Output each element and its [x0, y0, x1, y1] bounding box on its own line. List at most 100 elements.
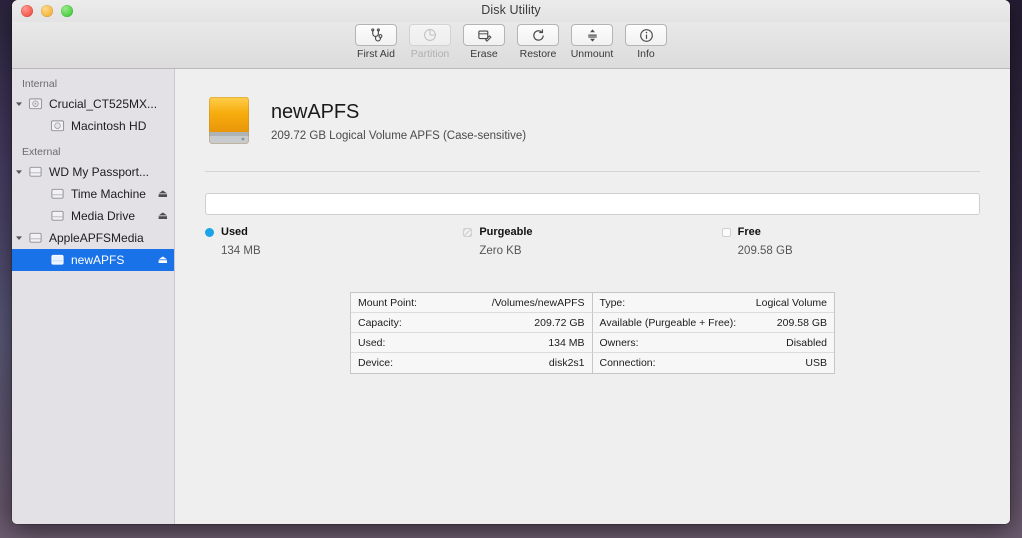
volume-icon — [48, 209, 66, 223]
volume-text: newAPFS 209.72 GB Logical Volume APFS (C… — [271, 101, 526, 142]
disclosure-triangle-icon[interactable] — [12, 100, 26, 108]
info-value: 209.72 GB — [534, 317, 584, 329]
sidebar-section-header-internal: Internal — [12, 75, 174, 93]
legend-value: 134 MB — [221, 245, 463, 257]
info-value: 209.58 GB — [777, 317, 827, 329]
used-swatch-icon — [205, 228, 214, 237]
info-value: Disabled — [786, 337, 827, 349]
info-value: Logical Volume — [756, 297, 827, 309]
sidebar-item-label: newAPFS — [71, 253, 124, 267]
disclosure-triangle-icon[interactable] — [12, 168, 26, 176]
info-value: disk2s1 — [549, 357, 585, 369]
legend-value: 209.58 GB — [738, 245, 980, 257]
purgeable-swatch-icon — [463, 228, 472, 237]
eject-icon[interactable]: ⏏ — [158, 211, 168, 222]
volume-icon — [48, 187, 66, 201]
info-key: Mount Point: — [358, 297, 417, 309]
info-key: Device: — [358, 357, 393, 369]
sidebar-item-crucial-ct525mx[interactable]: Crucial_CT525MX... — [12, 93, 174, 115]
sidebar-item-label: AppleAPFSMedia — [49, 231, 144, 245]
volume-subtitle: 209.72 GB Logical Volume APFS (Case-sens… — [271, 130, 526, 142]
sidebar-item-label: Time Machine — [71, 187, 146, 201]
sidebar-item-label: Media Drive — [71, 209, 135, 223]
toolbar-button-first-aid[interactable]: First Aid — [352, 24, 400, 60]
info-value: /Volumes/newAPFS — [492, 297, 585, 309]
toolbar-label: Erase — [470, 48, 497, 60]
window-title: Disk Utility — [12, 3, 1010, 17]
info-table-wrap: Mount Point: /Volumes/newAPFS Type: Logi… — [205, 292, 980, 374]
capacity-legend: Used 134 MB Purgeable Zero KB Free — [205, 226, 980, 257]
sidebar-item-label: Crucial_CT525MX... — [49, 97, 157, 111]
toolbar-button-partition[interactable]: Partition — [406, 24, 454, 60]
page-title: newAPFS — [271, 101, 526, 123]
sidebar-item-newapfs[interactable]: newAPFS ⏏ — [12, 249, 174, 271]
info-row-used: Used: 134 MB — [351, 333, 593, 353]
eraser-icon — [463, 24, 505, 46]
info-row-type: Type: Logical Volume — [593, 293, 835, 313]
info-key: Available (Purgeable + Free): — [600, 317, 737, 329]
sidebar-section-header-external: External — [12, 143, 174, 161]
toolbar-button-restore[interactable]: Restore — [514, 24, 562, 60]
divider — [205, 171, 980, 172]
sidebar-item-media-drive[interactable]: Media Drive ⏏ — [12, 205, 174, 227]
free-swatch-icon — [722, 228, 731, 237]
info-value: USB — [805, 357, 827, 369]
info-circle-icon — [625, 24, 667, 46]
sidebar-item-time-machine[interactable]: Time Machine ⏏ — [12, 183, 174, 205]
info-value: 134 MB — [548, 337, 584, 349]
capacity-segment-free — [206, 194, 979, 214]
disclosure-triangle-icon[interactable] — [12, 234, 26, 242]
sidebar-item-appleapfsmedia[interactable]: AppleAPFSMedia — [12, 227, 174, 249]
sidebar: Internal Crucial_CT525MX... — [12, 69, 175, 524]
info-row-capacity: Capacity: 209.72 GB — [351, 313, 593, 333]
info-row-owners: Owners: Disabled — [593, 333, 835, 353]
sidebar-item-label: WD My Passport... — [49, 165, 149, 179]
sidebar-item-macintosh-hd[interactable]: Macintosh HD — [12, 115, 174, 137]
toolbar-label: Restore — [520, 48, 557, 60]
window-titlebar: Disk Utility — [12, 0, 1010, 22]
info-key: Connection: — [600, 357, 656, 369]
toolbar-button-erase[interactable]: Erase — [460, 24, 508, 60]
info-key: Type: — [600, 297, 626, 309]
info-row-mount-point: Mount Point: /Volumes/newAPFS — [351, 293, 593, 313]
internal-disk-icon — [26, 97, 44, 111]
info-row-available: Available (Purgeable + Free): 209.58 GB — [593, 313, 835, 333]
legend-label: Used — [221, 226, 248, 238]
legend-value: Zero KB — [479, 245, 721, 257]
volume-info-table: Mount Point: /Volumes/newAPFS Type: Logi… — [350, 292, 835, 374]
stethoscope-icon — [355, 24, 397, 46]
toolbar-button-unmount[interactable]: Unmount — [568, 24, 616, 60]
legend-item-used: Used 134 MB — [205, 226, 463, 257]
legend-label: Purgeable — [479, 226, 532, 238]
toolbar: First Aid Partition Erase — [12, 22, 1010, 69]
external-disk-icon — [26, 231, 44, 245]
legend-label: Free — [738, 226, 761, 238]
restore-arrow-icon — [517, 24, 559, 46]
pie-chart-icon — [409, 24, 451, 46]
toolbar-button-info[interactable]: Info — [622, 24, 670, 60]
toolbar-label: First Aid — [357, 48, 395, 60]
toolbar-label: Unmount — [571, 48, 614, 60]
toolbar-label: Info — [637, 48, 655, 60]
info-key: Capacity: — [358, 317, 402, 329]
legend-item-free: Free 209.58 GB — [722, 226, 980, 257]
capacity-bar — [205, 193, 980, 215]
main-content: newAPFS 209.72 GB Logical Volume APFS (C… — [175, 69, 1010, 524]
orange-external-drive-icon — [205, 91, 253, 151]
volume-icon — [48, 253, 66, 267]
toolbar-label: Partition — [411, 48, 450, 60]
external-disk-icon — [26, 165, 44, 179]
sidebar-item-wd-my-passport[interactable]: WD My Passport... — [12, 161, 174, 183]
info-row-device: Device: disk2s1 — [351, 353, 593, 373]
volume-icon — [48, 119, 66, 133]
eject-icon[interactable]: ⏏ — [158, 255, 168, 266]
sidebar-item-label: Macintosh HD — [71, 119, 146, 133]
info-row-connection: Connection: USB — [593, 353, 835, 373]
legend-item-purgeable: Purgeable Zero KB — [463, 226, 721, 257]
disk-utility-window: Disk Utility First Aid — [12, 0, 1010, 524]
info-key: Owners: — [600, 337, 639, 349]
volume-header: newAPFS 209.72 GB Logical Volume APFS (C… — [205, 91, 980, 151]
info-key: Used: — [358, 337, 385, 349]
eject-icon[interactable]: ⏏ — [158, 189, 168, 200]
unmount-icon — [571, 24, 613, 46]
